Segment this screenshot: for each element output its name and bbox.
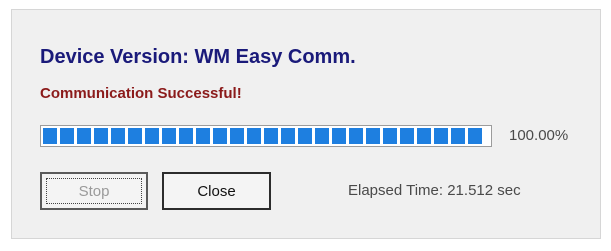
stop-button[interactable]: Stop [40, 172, 148, 210]
close-button-label: Close [197, 182, 236, 200]
focus-rectangle [46, 178, 142, 204]
device-version-title: Device Version: WM Easy Comm. [40, 46, 356, 68]
elapsed-time: Elapsed Time: 21.512 sec [348, 182, 521, 199]
progress-dialog: Device Version: WM Easy Comm. Communicat… [11, 9, 601, 239]
progress-percent: 100.00% [509, 127, 569, 144]
close-button[interactable]: Close [162, 172, 271, 210]
progress-bar [40, 125, 492, 147]
progress-bar-fill [43, 128, 482, 144]
status-message: Communication Successful! [40, 85, 242, 102]
